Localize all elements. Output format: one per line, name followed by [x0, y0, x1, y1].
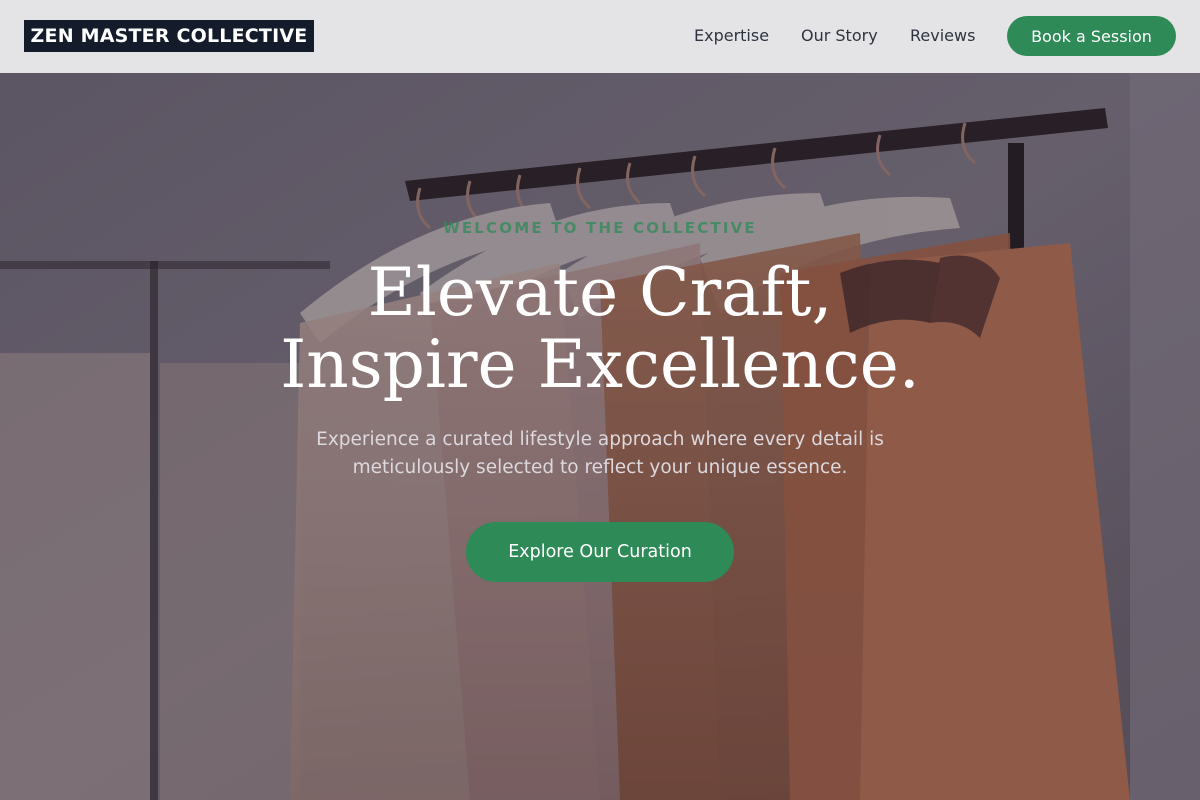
hero-subtext: Experience a curated lifestyle approach …: [280, 426, 920, 482]
hero-content: WELCOME TO THE COLLECTIVE Elevate Craft,…: [0, 73, 1200, 800]
explore-curation-button[interactable]: Explore Our Curation: [466, 522, 734, 582]
hero-section: WELCOME TO THE COLLECTIVE Elevate Craft,…: [0, 73, 1200, 800]
logo[interactable]: ZEN MASTER COLLECTIVE: [24, 20, 314, 52]
hero-headline: Elevate Craft, Inspire Excellence.: [0, 257, 1200, 401]
site-header: ZEN MASTER COLLECTIVE Expertise Our Stor…: [0, 0, 1200, 73]
hero-subtext-line2: meticulously selected to reflect your un…: [352, 457, 848, 478]
nav-link-expertise[interactable]: Expertise: [694, 26, 769, 45]
hero-eyebrow: WELCOME TO THE COLLECTIVE: [443, 219, 757, 237]
hero-subtext-line1: Experience a curated lifestyle approach …: [316, 429, 884, 450]
book-session-button[interactable]: Book a Session: [1007, 16, 1176, 56]
hero-headline-line1: Elevate Craft,: [367, 254, 833, 331]
nav-link-our-story[interactable]: Our Story: [801, 26, 878, 45]
hero-headline-line2: Inspire Excellence.: [280, 326, 920, 403]
nav-link-reviews[interactable]: Reviews: [910, 26, 975, 45]
